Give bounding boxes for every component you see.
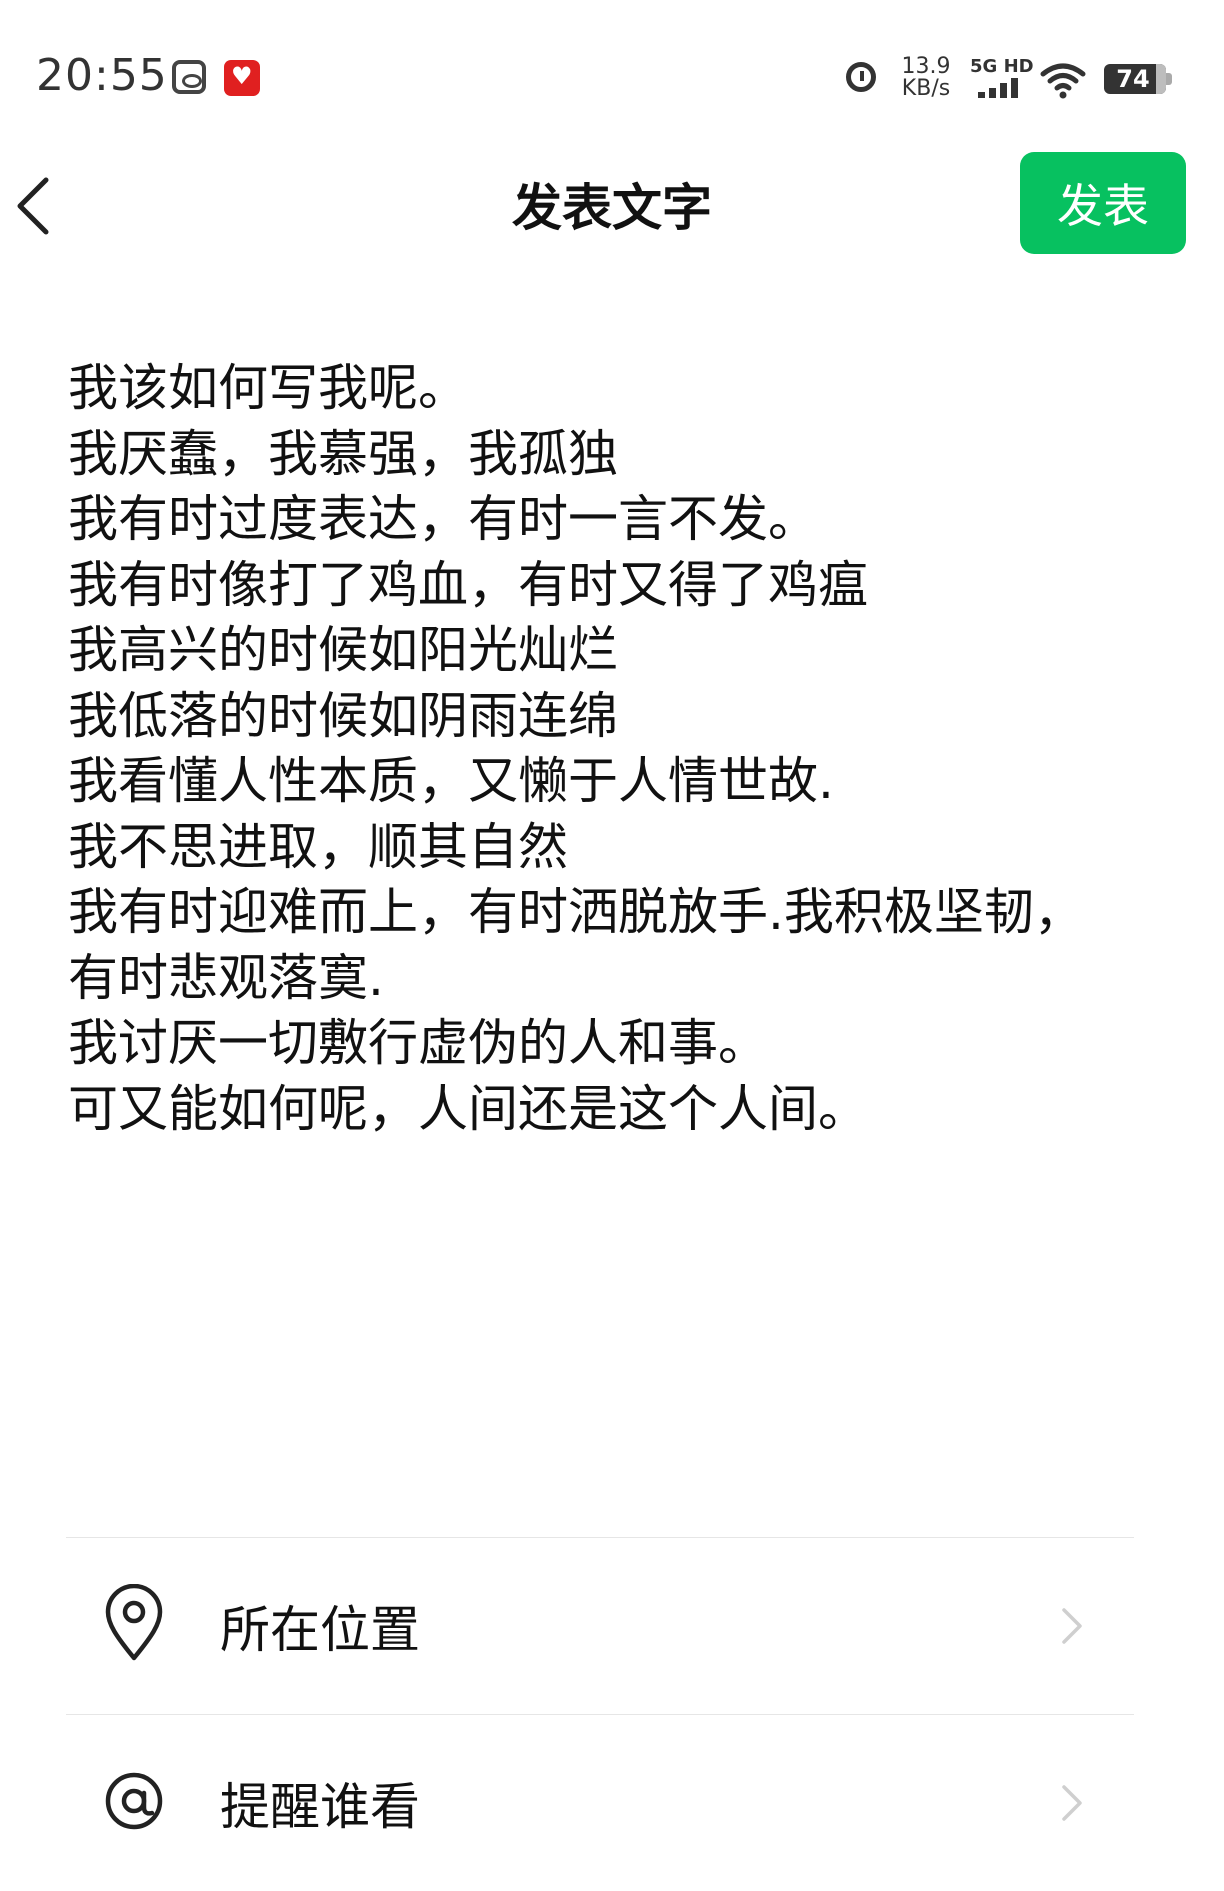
location-row[interactable]: 所在位置 — [66, 1538, 1134, 1714]
post-line: 我有时过度表达，有时一言不发。 — [68, 490, 818, 548]
network-type: 5G HD — [970, 56, 1034, 77]
post-line: 我低落的时候如阴雨连绵 — [68, 686, 618, 745]
network-speed-value: 13.9 — [901, 54, 951, 79]
post-line: 我有时迎难而上，有时洒脱放手.我积极坚韧， — [68, 883, 1084, 941]
chevron-right-icon — [1062, 1785, 1082, 1821]
network-speed: 13.9 KB/s — [896, 56, 956, 100]
post-line: 我厌蠢，我慕强，我孤独 — [68, 424, 618, 483]
publish-button[interactable]: 发表 — [1020, 152, 1186, 254]
post-line: 我讨厌一切敷行虚伪的人和事。 — [68, 1014, 768, 1072]
location-label: 所在位置 — [220, 1601, 420, 1659]
signal-icon — [978, 78, 1024, 98]
gallery-app-icon — [172, 60, 206, 94]
post-text-input[interactable]: 我该如何写我呢。 我厌蠢，我慕强，我孤独 我有时过度表达，有时一言不发。 我有时… — [68, 356, 1158, 1142]
status-time: 20:55 — [36, 50, 168, 101]
remind-label: 提醒谁看 — [220, 1778, 420, 1836]
network-speed-unit: KB/s — [901, 76, 951, 101]
alarm-icon — [846, 62, 876, 92]
heart-app-icon — [224, 60, 260, 96]
remind-row[interactable]: 提醒谁看 — [66, 1715, 1134, 1891]
status-bar: 20:55 13.9 KB/s 5G HD 74 — [0, 0, 1224, 140]
post-line: 我该如何写我呢。 — [68, 359, 468, 417]
battery-level: 74 — [1116, 65, 1150, 93]
post-line: 有时悲观落寞. — [68, 948, 384, 1007]
at-sign-icon — [105, 1772, 163, 1830]
post-line: 我高兴的时候如阳光灿烂 — [68, 621, 618, 679]
chevron-right-icon — [1062, 1608, 1082, 1644]
post-line: 可又能如何呢，人间还是这个人间。 — [68, 1079, 868, 1138]
battery-icon: 74 — [1104, 64, 1172, 94]
post-line: 我不思进取，顺其自然 — [68, 817, 568, 876]
post-line: 我有时像打了鸡血，有时又得了鸡瘟 — [68, 555, 868, 614]
wifi-icon — [1040, 63, 1086, 99]
post-line: 我看懂人性本质，又懒于人情世故. — [68, 752, 834, 810]
location-pin-icon — [105, 1584, 163, 1661]
